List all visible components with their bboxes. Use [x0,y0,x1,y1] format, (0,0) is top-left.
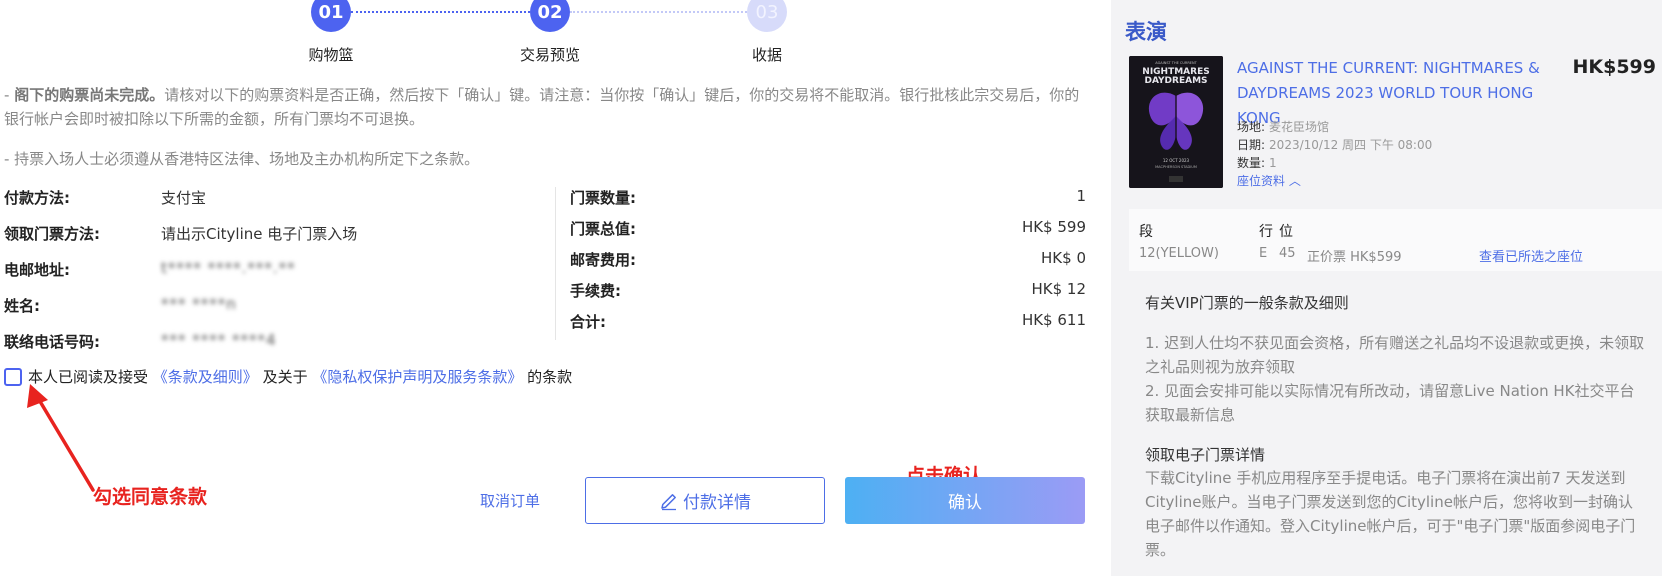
agreement-text: 本人已阅读及接受 《条款及细则》 及关于 《隐私权保护声明及服务条款》 的条款 [28,368,573,386]
svg-text:MACPHERSON STADIUM: MACPHERSON STADIUM [1155,165,1197,169]
pickup-method-label: 领取门票方法: [4,225,100,243]
step-3-label: 收据 [751,46,782,64]
panel-title: 表演 [1125,20,1167,44]
seat-details-box: 段 行 位 12(YELLOW) E 45 正价票 HK$599 查看已所选之座… [1129,209,1662,271]
svg-text:12 OCT 2023: 12 OCT 2023 [1163,158,1190,163]
privacy-link[interactable]: 《隐私权保护声明及服务条款》 [312,368,522,386]
handling-fee-row: 手续费: HK$ 12 [570,280,1086,302]
step-2-label: 交易预览 [519,46,580,64]
ticket-total-value: HK$ 599 [1021,218,1086,236]
grand-total-value: HK$ 611 [1021,311,1086,329]
ticket-quantity-value: 1 [1076,187,1086,205]
vip-terms-heading: 有关VIP门票的一般条款及细则 [1145,294,1349,312]
entry-law-notice: - 持票入场人士必须遵从香港特区法律、场地及主办机构所定下之条款。 [4,150,480,168]
handling-fee-label: 手续费: [570,282,621,300]
ticket-total-label: 门票总值: [570,220,636,238]
handling-fee-value: HK$ 12 [1031,280,1086,298]
terms-link[interactable]: 《条款及细则》 [153,368,258,386]
progress-stepper: 01 02 03 购物篮 交易预览 收据 [0,0,1100,70]
ticket-type-value: 正价票 HK$599 [1307,250,1402,265]
phone-value: *** **** ****4 [161,331,277,349]
venue-row: 场地: 麦花臣场馆 [1237,120,1330,134]
cancel-order-button[interactable]: 取消订单 [470,490,550,514]
seat-info-toggle[interactable]: 座位资料 ︿ [1237,172,1301,189]
row-value: E [1259,246,1268,261]
seat-header: 位 [1279,224,1293,240]
postage-value: HK$ 0 [1041,249,1086,267]
confirm-button[interactable]: 确认 [845,477,1085,524]
step-connector [570,11,747,13]
event-poster: AGAINST THE CURRENT NIGHTMARES DAYDREAMS… [1129,56,1223,188]
email-label: 电邮地址: [4,261,70,279]
name-value: *** ****n [161,295,237,313]
postage-label: 邮寄费用: [570,251,636,269]
chevron-up-icon: ︿ [1285,174,1301,188]
section-header: 段 [1139,224,1153,240]
seat-value: 45 [1279,246,1296,261]
poster-image: AGAINST THE CURRENT NIGHTMARES DAYDREAMS… [1129,56,1223,188]
order-summary-panel: 表演 AGAINST THE CURRENT NIGHTMARES DAYDRE… [1111,0,1662,576]
payment-method-value: 支付宝 [161,189,207,207]
eticket-text: 下载Cityline 手机应用程序至手提电话。电子门票将在演出前7 天发送到Ci… [1145,469,1636,559]
step-3-badge: 03 [747,0,787,32]
date-value: 2023/10/12 周四 下午 08:00 [1269,138,1433,152]
step-connector [351,11,530,13]
agree-terms-checkbox[interactable] [4,368,22,386]
grand-total-row: 合计: HK$ 611 [570,311,1086,333]
ticket-quantity-label: 门票数量: [570,189,636,207]
eticket-heading: 领取电子门票详情 [1145,446,1266,464]
payment-method-label: 付款方法: [4,189,70,207]
step-2-badge: 02 [530,0,570,32]
payment-method-row: 付款方法: 支付宝 [4,187,544,209]
notice-bold: 阁下的购票尚未完成。 [14,86,165,104]
name-label: 姓名: [4,297,40,315]
event-price: HK$599 [1572,56,1656,78]
email-row: 电邮地址: t**** ****.***.** [4,259,544,281]
date-row: 日期: 2023/10/12 周四 下午 08:00 [1237,138,1433,152]
venue-value: 麦花臣场馆 [1269,120,1330,134]
phone-row: 联络电话号码: *** **** ****4 [4,331,544,353]
svg-text:AGAINST THE CURRENT: AGAINST THE CURRENT [1155,61,1197,65]
phone-label: 联络电话号码: [4,333,100,351]
info-divider [555,187,556,340]
check-terms-annotation: 勾选同意条款 [93,486,208,508]
pen-icon [661,493,676,510]
notice-text: 请核对以下的购票资料是否正确，然后按下「确认」键。请注意：当你按「确认」键后，你… [4,86,1080,128]
order-incomplete-notice: - 阁下的购票尚未完成。请核对以下的购票资料是否正确，然后按下「确认」键。请注意… [4,86,1080,128]
row-header: 行 [1259,224,1273,240]
quantity-row: 数量: 1 [1237,156,1277,170]
grand-total-label: 合计: [570,313,606,331]
ticket-quantity-row: 门票数量: 1 [570,187,1086,209]
payment-details-label: 付款详情 [683,493,751,513]
step-1-label: 购物篮 [308,46,354,64]
name-row: 姓名: *** ****n [4,295,544,317]
ticket-total-row: 门票总值: HK$ 599 [570,218,1086,240]
view-seat-link[interactable]: 查看已所选之座位 [1479,246,1583,265]
quantity-value: 1 [1269,156,1277,170]
step-1-badge: 01 [311,0,351,32]
payment-details-button[interactable]: 付款详情 [585,477,825,524]
vip-term-1: 1. 迟到人仕均不获见面会资格，所有赠送之礼品均不设退款或更换，未领取之礼品则视… [1145,334,1645,376]
vip-term-2: 2. 见面会安排可能以实际情况有所改动，请留意Live Nation HK社交平… [1145,382,1635,424]
pickup-method-value: 请出示Cityline 电子门票入场 [161,225,358,243]
svg-text:DAYDREAMS: DAYDREAMS [1144,76,1207,86]
section-value: 12(YELLOW) [1139,246,1219,261]
email-value: t**** ****.***.** [161,259,296,277]
postage-row: 邮寄费用: HK$ 0 [570,249,1086,271]
pickup-method-row: 领取门票方法: 请出示Cityline 电子门票入场 [4,223,544,245]
